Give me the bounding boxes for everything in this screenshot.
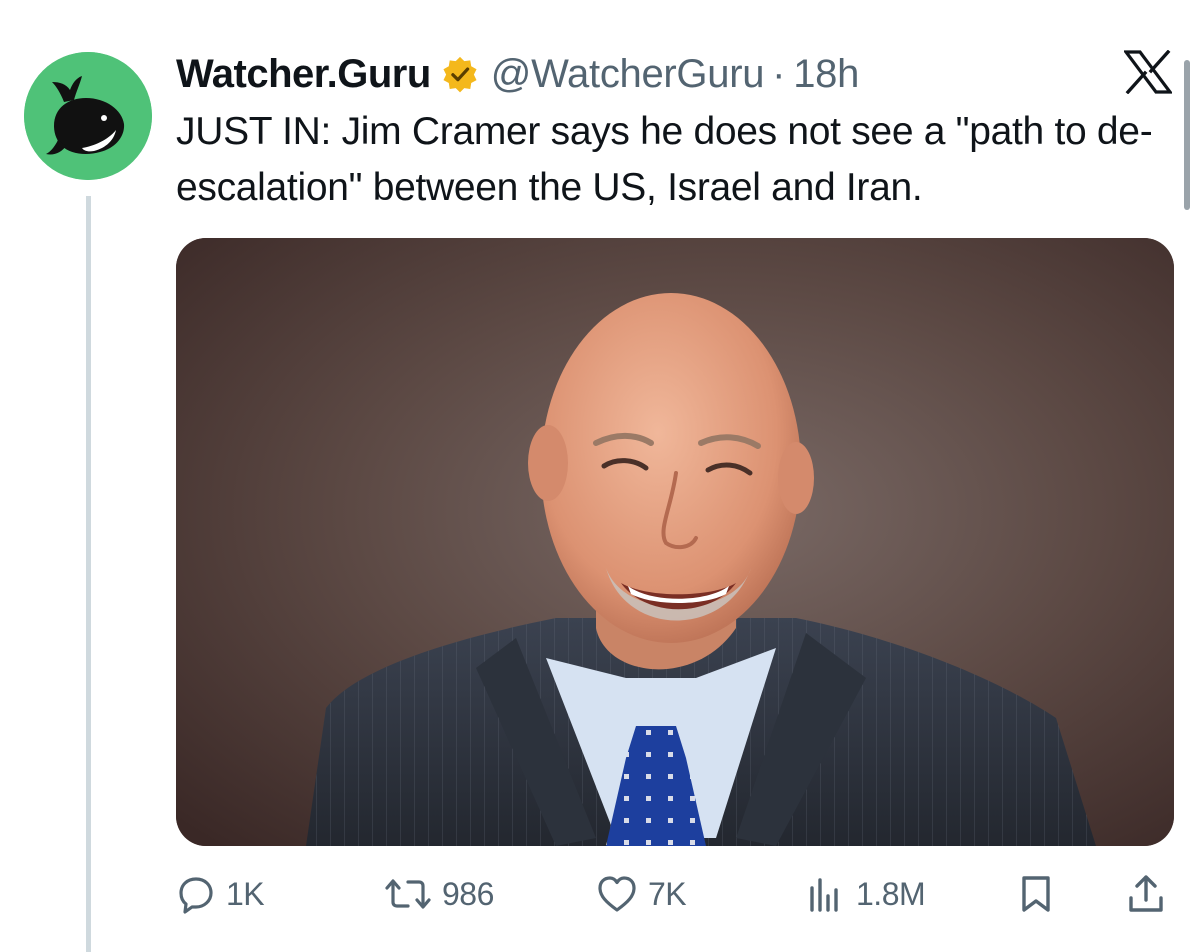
thread-line: [86, 196, 91, 952]
avatar[interactable]: [24, 52, 152, 180]
views-count: 1.8M: [856, 875, 926, 912]
repost-button[interactable]: 986: [384, 866, 494, 922]
tweet-header: Watcher.Guru @WatcherGuru · 18h: [176, 44, 859, 104]
tweet-photo[interactable]: [176, 238, 1174, 846]
like-count: 7K: [648, 875, 687, 912]
bookmark-button[interactable]: [1016, 866, 1056, 922]
verified-badge-icon[interactable]: [441, 55, 479, 93]
repost-count: 986: [442, 875, 494, 912]
repost-icon: [385, 879, 431, 909]
views-icon: [810, 878, 838, 912]
like-icon: [598, 876, 636, 912]
tweet-text: JUST IN: Jim Cramer says he does not see…: [176, 110, 1153, 209]
share-icon: [1129, 875, 1163, 912]
header-separator: ·: [772, 51, 786, 96]
x-logo-icon: [1124, 50, 1172, 94]
share-button[interactable]: [1126, 866, 1166, 922]
whale-icon: [24, 52, 152, 180]
display-name[interactable]: Watcher.Guru: [176, 52, 431, 97]
scrollbar[interactable]: [1184, 60, 1190, 210]
reply-button[interactable]: 1K: [176, 866, 265, 922]
user-handle[interactable]: @WatcherGuru: [491, 52, 765, 97]
reply-count: 1K: [226, 875, 265, 912]
reply-icon: [179, 877, 213, 914]
bookmark-icon: [1022, 876, 1050, 912]
like-button[interactable]: 7K: [596, 866, 687, 922]
views-button[interactable]: 1.8M: [806, 866, 926, 922]
tweet-card: Watcher.Guru @WatcherGuru · 18h JUST IN:…: [0, 0, 1200, 952]
tweet-actions: 1K 986 7K 1.8M: [176, 866, 1176, 922]
timestamp[interactable]: 18h: [793, 52, 859, 97]
